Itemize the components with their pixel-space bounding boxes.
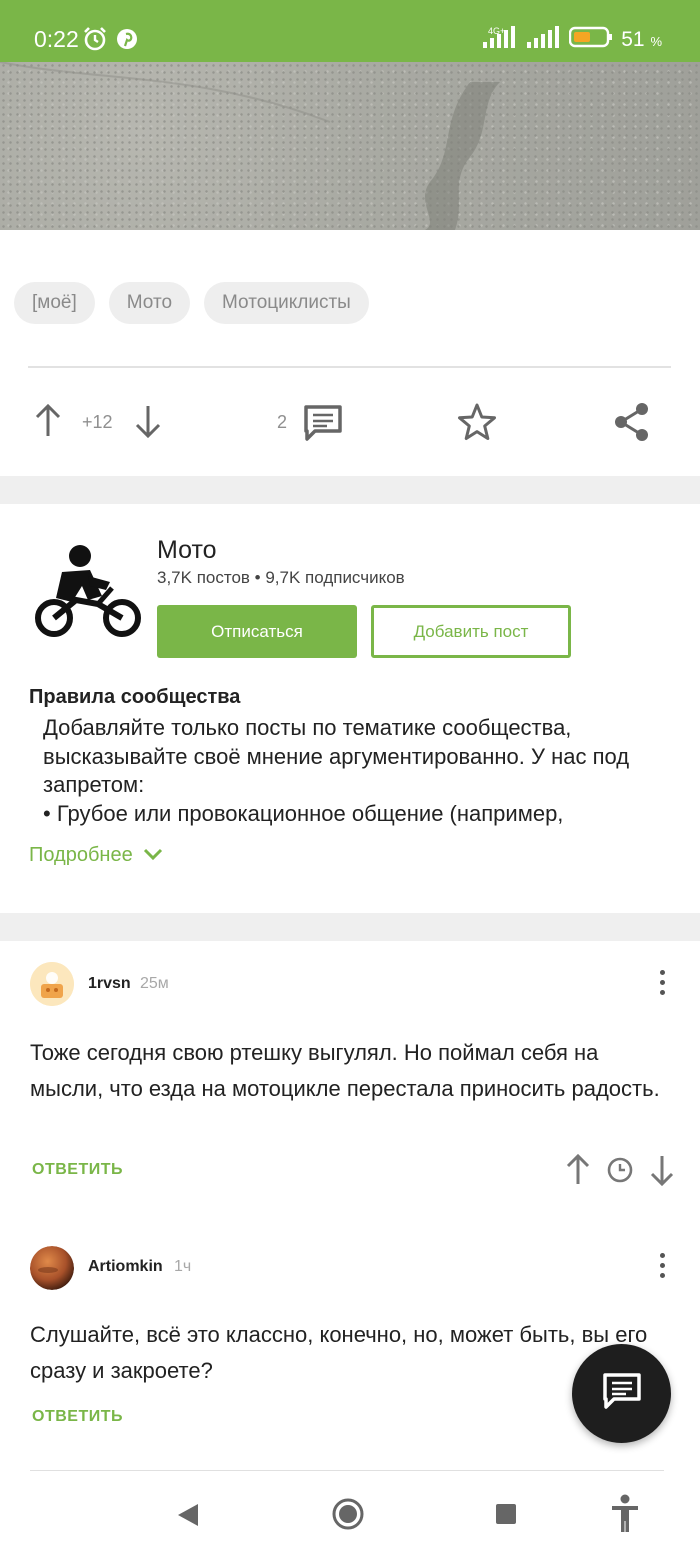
comment-icon [602, 1372, 642, 1415]
post-actions: +12 2 [0, 396, 700, 448]
comment-time: 25м [140, 975, 169, 992]
downvote-icon[interactable] [134, 404, 162, 438]
reply-button[interactable]: ОТВЕТИТЬ [32, 1161, 123, 1179]
section-separator [0, 476, 700, 504]
signal-icon [483, 26, 519, 53]
comment-text: Тоже сегодня свою ртешку выгулял. Но пой… [30, 1040, 660, 1101]
upvote-icon[interactable] [34, 404, 62, 438]
battery-percent: 51 % [621, 27, 662, 51]
comments-count: 2 [277, 412, 288, 432]
tag-chip[interactable]: Мотоциклисты [204, 282, 369, 324]
downvote-icon[interactable] [650, 1154, 674, 1191]
signal-icon-2 [527, 26, 561, 53]
status-bar: 0:22 4G+ 51 % [0, 0, 700, 62]
reply-button[interactable]: ОТВЕТИТЬ [32, 1408, 123, 1426]
back-icon[interactable] [176, 1502, 200, 1533]
more-button[interactable]: Подробнее [29, 844, 163, 867]
home-icon[interactable] [331, 1497, 365, 1536]
pinterest-icon [116, 28, 138, 55]
comment-author[interactable]: 1rvsn [88, 975, 131, 993]
comment-time: 1ч [174, 1258, 192, 1275]
tag-chip[interactable]: Мото [108, 282, 191, 324]
share-icon[interactable] [614, 402, 650, 442]
system-nav-bar [0, 1478, 700, 1556]
section-separator [0, 913, 700, 941]
community-logo[interactable] [32, 542, 144, 645]
battery-icon [569, 26, 613, 53]
status-time: 0:22 [34, 26, 79, 52]
unsubscribe-button[interactable]: Отписаться [157, 605, 357, 658]
rules-title: Правила сообщества [29, 686, 241, 708]
clock-icon[interactable] [607, 1157, 633, 1188]
community-stats: 3,7K постов • 9,7K подписчиков [157, 568, 405, 587]
recents-icon[interactable] [494, 1502, 518, 1531]
more-options-icon[interactable] [656, 1253, 668, 1278]
avatar[interactable] [30, 1246, 74, 1290]
avatar[interactable] [30, 962, 74, 1006]
star-icon[interactable] [457, 402, 497, 442]
post-rating: +12 [82, 412, 113, 432]
divider [28, 366, 671, 368]
rules-text: Добавляйте только посты по тематике сооб… [43, 715, 630, 826]
community-title[interactable]: Мото [157, 536, 217, 565]
upvote-icon[interactable] [566, 1153, 590, 1191]
tag-chip[interactable]: [моё] [14, 282, 95, 324]
add-post-button[interactable]: Добавить пост [371, 605, 571, 658]
comments-icon[interactable] [303, 404, 343, 442]
more-options-icon[interactable] [656, 970, 668, 995]
accessibility-icon[interactable] [610, 1494, 640, 1539]
chevron-down-icon [143, 844, 163, 867]
tag-list: [моё] Мото Мотоциклисты [14, 282, 369, 324]
comment-author[interactable]: Artiomkin [88, 1258, 163, 1276]
post-image[interactable] [0, 62, 700, 230]
asphalt-texture [0, 62, 500, 230]
alarm-icon [82, 26, 108, 57]
more-label: Подробнее [29, 844, 133, 866]
write-comment-button[interactable] [572, 1344, 671, 1443]
divider [30, 1470, 664, 1471]
